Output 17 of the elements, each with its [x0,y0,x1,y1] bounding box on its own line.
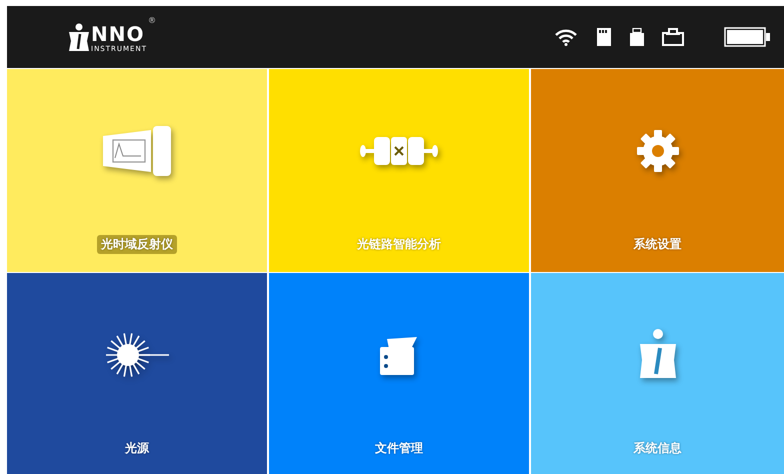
app-tile[interactable]: 光源 [7,273,267,474]
logo-text: NNO [91,22,146,46]
registered-mark: ® [148,16,156,24]
app-tile[interactable]: 文件管理 [269,273,529,474]
battery-icon [724,27,770,47]
logo-icon [68,22,90,52]
app-tile[interactable]: 系统信息 [531,273,784,474]
wifi-icon [554,28,578,46]
otdr-device-icon [101,124,173,178]
sd-card-icon [596,28,612,46]
app-tile[interactable]: 光时域反射仪 [7,69,267,272]
laser-burst-icon [104,331,170,379]
fiber-link-icon [359,134,439,168]
app-tile[interactable]: 系统设置 [531,69,784,272]
usb-drive-icon [630,28,644,46]
gear-icon [636,129,680,173]
ethernet-icon [662,28,684,46]
